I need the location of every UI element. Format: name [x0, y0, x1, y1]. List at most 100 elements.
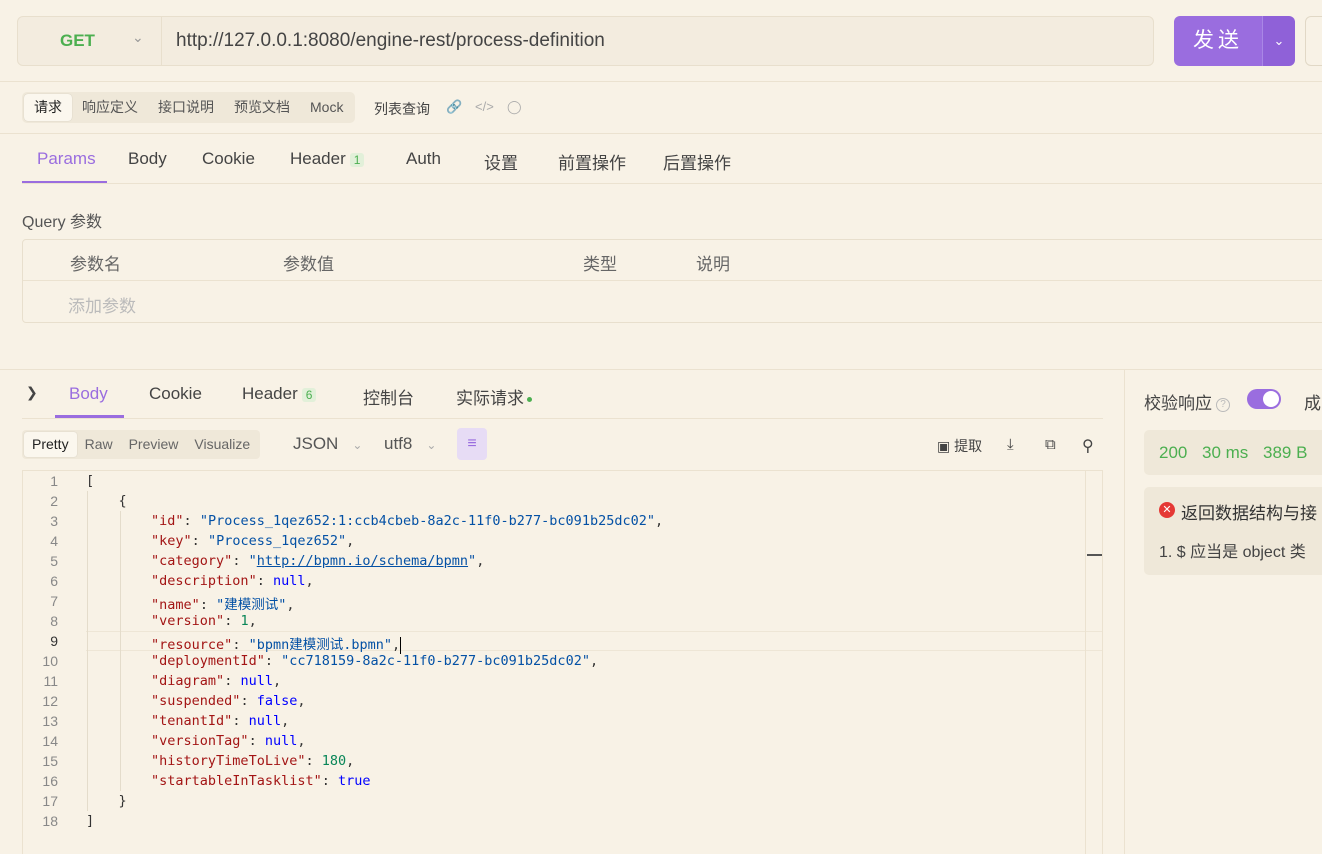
url-bar: GET ⌄ http://127.0.0.1:8080/engine-rest/…	[17, 16, 1154, 66]
line-number: 4	[50, 533, 58, 549]
extract-button[interactable]: ▣ 提取	[937, 436, 982, 456]
panel-divider	[1124, 370, 1125, 854]
json-category-link[interactable]: http://bpmn.io/schema/bpmn	[257, 553, 468, 569]
line-number: 6	[50, 573, 58, 589]
tab-preview-doc[interactable]: 预览文档	[224, 94, 300, 121]
download-icon[interactable]: ⤓	[1007, 436, 1014, 453]
code-line: "version": 1,	[151, 613, 257, 629]
request-mode-tabs: 请求 响应定义 接口说明 预览文档 Mock	[22, 92, 356, 123]
tab-cookie[interactable]: Cookie	[202, 149, 255, 169]
scrollbar-thumb[interactable]	[1087, 554, 1102, 556]
code-line: "id": "Process_1qez652:1:ccb4cbeb-8a2c-1…	[151, 513, 664, 529]
tab-request[interactable]: 请求	[24, 94, 72, 121]
divider	[23, 280, 1322, 281]
line-number: 8	[50, 613, 58, 629]
toggle-knob	[1263, 391, 1279, 407]
send-dropdown-button[interactable]: ⌄	[1262, 16, 1295, 66]
line-number: 14	[42, 733, 58, 749]
tab-mock[interactable]: Mock	[300, 94, 353, 121]
status-code: 200	[1159, 443, 1188, 462]
tab-api-description[interactable]: 接口说明	[148, 94, 224, 121]
tab-auth[interactable]: Auth	[406, 149, 441, 169]
tab-settings[interactable]: 设置	[484, 149, 518, 174]
tab-actual-request[interactable]: 实际请求	[456, 384, 532, 409]
line-number: 18	[42, 813, 58, 829]
share-icon[interactable]: ◯	[507, 99, 522, 115]
code-line: "diagram": null,	[151, 673, 282, 689]
send-button[interactable]: 发送	[1174, 16, 1262, 66]
code-line: "category": "http://bpmn.io/schema/bpmn"…	[151, 553, 485, 569]
code-line: "description": null,	[151, 573, 314, 589]
view-mode-tabs: Pretty Raw Preview Visualize	[22, 430, 261, 459]
json-diagram-value: null	[240, 673, 273, 689]
tab-console[interactable]: 控制台	[363, 384, 414, 409]
tab-response-cookie[interactable]: Cookie	[149, 384, 202, 404]
json-resource-value: "bpmn建模测试.bpmn"	[248, 637, 392, 653]
json-id-value: "Process_1qez652:1:ccb4cbeb-8a2c-11f0-b2…	[199, 513, 655, 529]
copy-icon[interactable]: ⧉	[1045, 436, 1056, 453]
tab-preview[interactable]: Preview	[121, 432, 187, 457]
tab-response-header[interactable]: Header 6	[242, 384, 317, 404]
verify-result-label[interactable]: 成	[1304, 389, 1321, 414]
scrollbar-track[interactable]	[1085, 471, 1086, 854]
code-line: ]	[86, 813, 95, 829]
column-header-type: 类型	[583, 255, 617, 274]
divider	[22, 183, 1322, 184]
search-icon[interactable]: ⚲	[1082, 436, 1094, 456]
help-icon[interactable]: ?	[1216, 397, 1230, 412]
chevron-down-icon: ⌄	[132, 29, 144, 45]
code-line: "deploymentId": "cc718159-8a2c-11f0-b277…	[151, 653, 599, 669]
tab-pretty[interactable]: Pretty	[24, 432, 77, 457]
code-line: }	[86, 793, 127, 809]
list-query-label[interactable]: 列表查询	[374, 99, 430, 119]
code-line: "resource": "bpmn建模测试.bpmn",	[151, 636, 402, 654]
line-number: 10	[42, 653, 58, 669]
column-header-name: 参数名	[70, 255, 121, 274]
tab-raw[interactable]: Raw	[77, 432, 121, 457]
line-number: 3	[50, 513, 58, 529]
json-suspended-value: false	[256, 693, 298, 709]
tab-params[interactable]: Params	[37, 149, 96, 169]
tab-response-header-label: Header	[242, 384, 298, 403]
line-number: 5	[50, 553, 58, 569]
verify-label: 校验响应	[1144, 394, 1212, 413]
query-params-title: Query 参数	[22, 214, 103, 231]
line-number: 11	[43, 673, 58, 689]
tab-response-body[interactable]: Body	[69, 384, 108, 404]
add-param-input[interactable]: 添加参数	[68, 292, 136, 317]
code-line: {	[86, 493, 127, 509]
code-line: "startableInTasklist": true	[151, 773, 371, 789]
line-number: 17	[42, 793, 58, 809]
extract-label: 提取	[954, 438, 983, 454]
json-name-value: "建模测试"	[216, 597, 287, 613]
verify-response-label: 校验响应?	[1144, 389, 1230, 414]
save-button[interactable]	[1305, 16, 1322, 66]
tab-actual-request-label: 实际请求	[456, 389, 524, 408]
tab-body[interactable]: Body	[128, 149, 167, 169]
json-deploymentid-value: "cc718159-8a2c-11f0-b277-bc091b25dc02"	[281, 653, 590, 669]
status-dot	[527, 397, 532, 403]
method-select[interactable]: GET ⌄	[18, 17, 162, 65]
collapse-chevron-icon[interactable]: ❯	[26, 384, 38, 401]
encoding-select[interactable]: utf8 ⌄	[384, 434, 436, 454]
code-line: "suspended": false,	[151, 693, 306, 709]
tab-visualize[interactable]: Visualize	[186, 432, 258, 457]
url-input[interactable]: http://127.0.0.1:8080/engine-rest/proces…	[176, 30, 605, 52]
link-icon[interactable]: 🔗	[446, 99, 462, 115]
column-header-description: 说明	[696, 255, 730, 274]
header-count-badge: 1	[349, 153, 365, 167]
tab-header[interactable]: Header 1	[290, 149, 365, 169]
word-wrap-button[interactable]: ≡	[457, 428, 487, 460]
json-key-value: "Process_1qez652"	[207, 533, 347, 549]
tab-header-label: Header	[290, 149, 346, 168]
tab-response-definition[interactable]: 响应定义	[72, 94, 148, 121]
format-select[interactable]: JSON ⌄	[293, 434, 362, 454]
line-number: 12	[42, 693, 58, 709]
tab-pre-operations[interactable]: 前置操作	[558, 149, 626, 174]
tab-post-operations[interactable]: 后置操作	[663, 149, 731, 174]
text-caret	[400, 636, 402, 654]
line-number: 7	[50, 593, 58, 609]
line-number: 16	[42, 773, 58, 789]
json-tenantid-value: null	[248, 713, 282, 729]
code-icon[interactable]: </>	[475, 99, 494, 114]
